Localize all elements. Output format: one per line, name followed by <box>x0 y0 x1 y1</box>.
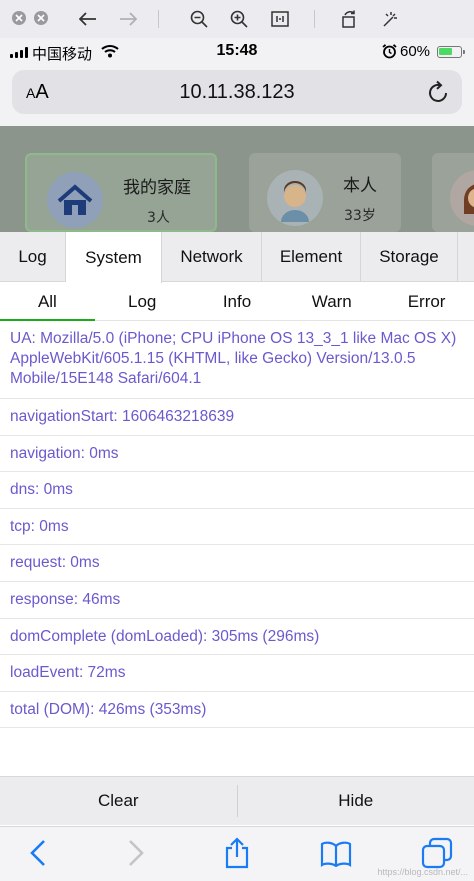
status-bar: 中国移动 15:48 60% <box>0 38 474 66</box>
tab-storage[interactable]: Storage <box>361 232 458 282</box>
member-card[interactable] <box>432 153 474 232</box>
subtab-log[interactable]: Log <box>95 283 190 320</box>
share-icon[interactable] <box>223 837 251 869</box>
log-entry: navigation: 0ms <box>0 436 474 473</box>
card-name: 本人 <box>343 176 377 196</box>
browser-bottom-toolbar: https://blog.csdn.net/... <box>0 826 474 881</box>
top-toolbar <box>0 0 474 38</box>
log-entry: domComplete (domLoaded): 305ms (296ms) <box>0 619 474 656</box>
girl-avatar-icon <box>450 170 474 226</box>
page-content: 我的家庭 3人 本人 33岁 <box>0 126 474 232</box>
zoom-out-icon[interactable] <box>188 8 210 30</box>
subtab-warn[interactable]: Warn <box>284 283 379 320</box>
vconsole-panel: Log System Network Element Storage All L… <box>0 232 474 881</box>
log-entry: request: 0ms <box>0 545 474 582</box>
log-entry: total (DOM): 426ms (353ms) <box>0 692 474 729</box>
log-entry: navigationStart: 1606463218639 <box>0 399 474 436</box>
minimize-window-icon[interactable] <box>34 11 48 25</box>
tab-element[interactable]: Element <box>262 232 361 282</box>
tab-network[interactable]: Network <box>162 232 262 282</box>
forward-icon[interactable] <box>126 839 146 867</box>
subtab-error[interactable]: Error <box>379 283 474 320</box>
card-sub: 33岁 <box>344 208 376 224</box>
tab-overflow[interactable] <box>458 232 474 282</box>
battery-icon <box>437 46 465 58</box>
subtab-all[interactable]: All <box>0 283 95 321</box>
clear-button[interactable]: Clear <box>0 777 237 825</box>
log-entry-ua: UA: Mozilla/5.0 (iPhone; CPU iPhone OS 1… <box>0 322 474 399</box>
log-entry: response: 46ms <box>0 582 474 619</box>
log-entry: dns: 0ms <box>0 472 474 509</box>
fit-screen-icon[interactable] <box>269 8 291 30</box>
watermark: https://blog.csdn.net/... <box>377 867 468 877</box>
tab-system[interactable]: System <box>66 232 162 283</box>
forward-arrow-icon[interactable] <box>117 8 139 30</box>
reload-icon[interactable] <box>428 80 450 104</box>
zoom-in-icon[interactable] <box>228 8 250 30</box>
rotate-icon[interactable] <box>338 8 360 30</box>
home-icon <box>47 172 103 228</box>
log-list: UA: Mozilla/5.0 (iPhone; CPU iPhone OS 1… <box>0 322 474 729</box>
close-window-icon[interactable] <box>12 11 26 25</box>
window-controls <box>12 11 48 25</box>
tab-log[interactable]: Log <box>0 232 66 282</box>
vconsole-subtabs: All Log Info Warn Error <box>0 283 474 321</box>
vconsole-footer: Clear Hide <box>0 776 474 825</box>
back-icon[interactable] <box>28 839 48 867</box>
card-sub: 3人 <box>147 210 170 226</box>
log-entry: loadEvent: 72ms <box>0 655 474 692</box>
bookmarks-icon[interactable] <box>320 841 352 867</box>
magic-wand-icon[interactable] <box>379 8 401 30</box>
self-card[interactable]: 本人 33岁 <box>249 153 401 232</box>
card-name: 我的家庭 <box>123 178 191 198</box>
subtab-info[interactable]: Info <box>190 283 285 320</box>
log-entry: tcp: 0ms <box>0 509 474 546</box>
alarm-icon <box>382 44 397 59</box>
family-card[interactable]: 我的家庭 3人 <box>25 153 217 232</box>
url-text[interactable]: 10.11.38.123 <box>12 81 462 104</box>
back-arrow-icon[interactable] <box>77 8 99 30</box>
hide-button[interactable]: Hide <box>238 777 474 825</box>
address-bar[interactable]: AA 10.11.38.123 <box>12 70 462 114</box>
tabs-icon[interactable] <box>421 837 453 869</box>
battery-percent: 60% <box>400 43 431 60</box>
boy-avatar-icon <box>267 170 323 226</box>
vconsole-tabs: Log System Network Element Storage <box>0 232 474 283</box>
